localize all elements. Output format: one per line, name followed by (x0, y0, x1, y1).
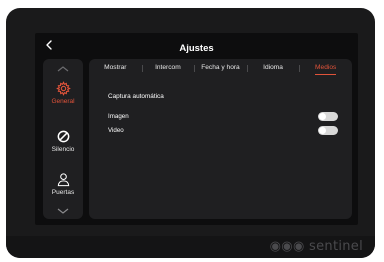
settings-panel: Mostrar Intercom Fecha y hora Idioma Med… (89, 59, 352, 219)
gear-icon (55, 81, 71, 96)
sidebar-item-label: Puertas (51, 189, 75, 196)
device-bezel: ◉◉◉ sentinel (6, 236, 375, 258)
tab-mostrar[interactable]: Mostrar (89, 59, 142, 77)
setting-label: Video (108, 127, 124, 134)
brand-name: sentinel (309, 239, 363, 254)
tab-fecha-y-hora[interactable]: Fecha y hora (194, 59, 247, 77)
brand-logo: ◉◉◉ sentinel (269, 239, 363, 254)
video-toggle[interactable] (318, 126, 338, 135)
sidebar-item-label: General (51, 98, 75, 105)
section-title: Captura automática (108, 93, 164, 100)
sidebar-item-general[interactable]: General (43, 81, 83, 105)
sidebar-item-puertas[interactable]: Puertas (43, 172, 83, 196)
sidebar-item-label: Silencio (51, 146, 75, 153)
screen: Ajustes General Silencio Puertas Mostrar… (35, 33, 358, 225)
toggle-knob (319, 127, 326, 134)
tab-idioma[interactable]: Idioma (246, 59, 300, 77)
page-title: Ajustes (179, 43, 214, 54)
setting-row-imagen: Imagen (108, 112, 338, 124)
tab-bar: Mostrar Intercom Fecha y hora Idioma Med… (89, 59, 352, 77)
sidebar-item-silencio[interactable]: Silencio (43, 129, 83, 153)
chevron-down-icon[interactable] (56, 207, 70, 215)
chevron-up-icon[interactable] (56, 65, 70, 73)
tab-medios[interactable]: Medios (299, 59, 352, 77)
mute-icon (57, 130, 69, 143)
tab-intercom[interactable]: Intercom (141, 59, 195, 77)
setting-label: Imagen (108, 113, 129, 120)
user-icon (57, 173, 69, 187)
top-bar: Ajustes (35, 33, 358, 59)
imagen-toggle[interactable] (318, 112, 338, 121)
sidebar: General Silencio Puertas (43, 59, 83, 219)
setting-row-video: Video (108, 126, 338, 138)
toggle-knob (319, 113, 326, 120)
